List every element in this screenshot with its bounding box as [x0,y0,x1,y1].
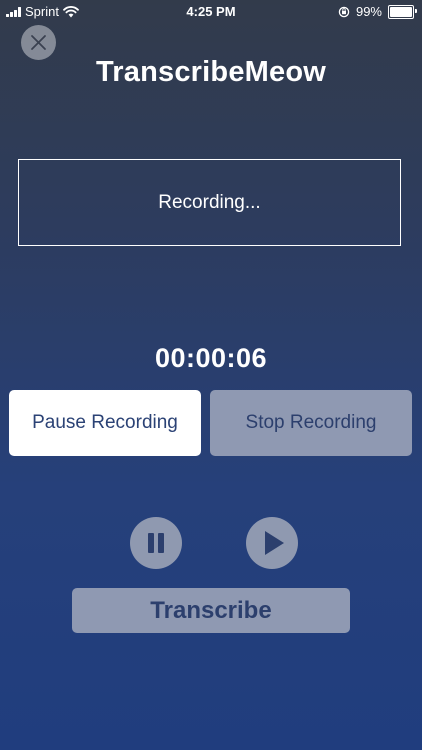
status-bar: Sprint 4:25 PM 99% [0,0,422,24]
play-circle-button[interactable] [246,517,298,569]
pause-recording-button[interactable]: Pause Recording [9,390,201,456]
close-button[interactable] [21,25,56,60]
status-right: 99% [338,4,417,19]
pause-icon [148,533,164,553]
battery-fill [390,6,412,17]
pause-circle-button[interactable] [130,517,182,569]
stop-recording-button[interactable]: Stop Recording [210,390,412,456]
transcribe-button[interactable]: Transcribe [72,588,350,633]
orientation-lock-icon [338,6,350,17]
recording-timer: 00:00:06 [154,343,268,373]
play-icon [265,531,284,555]
app-title: TranscribeMeow [95,56,327,88]
close-icon [31,35,46,50]
recording-status-text: Recording... [158,191,261,213]
battery-percent: 99% [355,4,382,19]
recording-status-box: Recording... [18,159,401,246]
battery-icon [388,4,417,19]
